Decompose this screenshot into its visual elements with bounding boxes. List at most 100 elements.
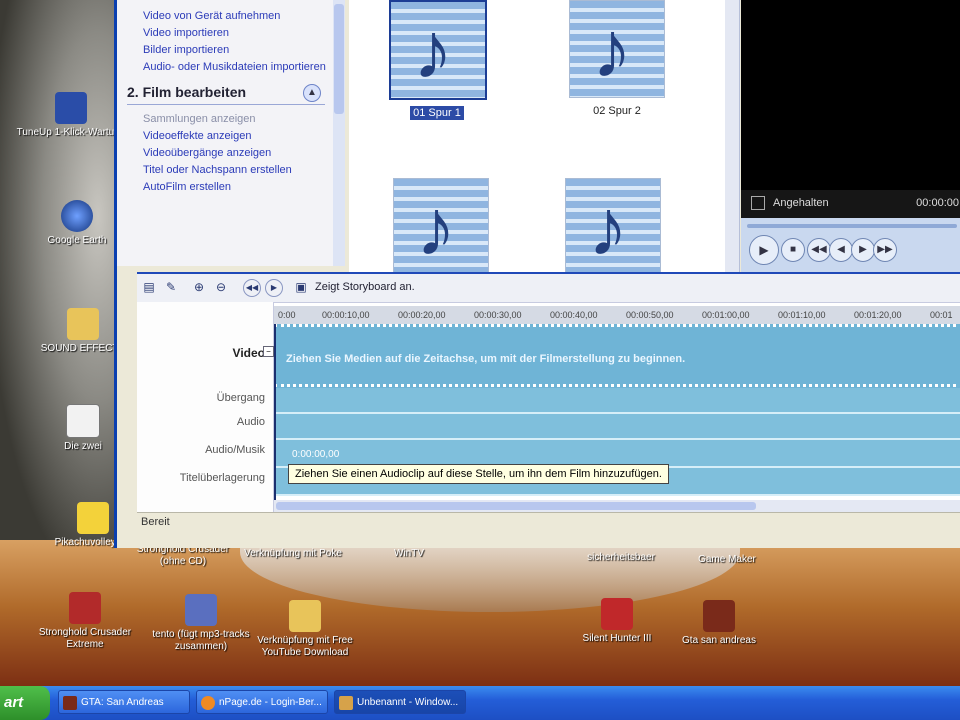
task-import-video[interactable]: Video importieren: [117, 25, 335, 42]
folder-icon: [67, 308, 99, 340]
music-clip-thumbnail: ♪: [565, 178, 661, 276]
storyboard-icon[interactable]: ▤: [141, 279, 157, 295]
task-import-audio[interactable]: Audio- oder Musikdateien importieren: [117, 59, 335, 76]
pikachu-icon: [77, 502, 109, 534]
ruler-tick: 00:01:20,00: [854, 310, 902, 320]
status-text: Bereit: [141, 516, 170, 528]
stop-button[interactable]: ■: [781, 238, 805, 262]
next-frame-button[interactable]: ▶▶: [873, 238, 897, 262]
collection-scrollbar[interactable]: [725, 0, 739, 272]
forward-button[interactable]: ▶: [851, 238, 875, 262]
video-track-hint: Ziehen Sie Medien auf die Zeitachse, um …: [286, 353, 686, 365]
scrollbar-thumb[interactable]: [334, 4, 344, 114]
timeline-scrollbar[interactable]: [274, 500, 960, 512]
track-label-title-overlay: Titelüberlagerung: [179, 472, 265, 484]
gta-icon: [63, 696, 77, 710]
movie-maker-icon: [339, 696, 353, 710]
rewind-timeline-icon[interactable]: ◀◀: [243, 279, 261, 297]
track-label-audio: Audio: [236, 416, 265, 428]
desktop-icon-silent-hunter[interactable]: Silent Hunter III: [562, 598, 672, 645]
task-import-pictures[interactable]: Bilder importieren: [117, 42, 335, 59]
clip-label: 02 Spur 2: [593, 105, 641, 117]
desktop-icon-free-youtube[interactable]: Verknüpfung mit Free YouTube Download: [250, 600, 360, 659]
task-capture-video[interactable]: Video von Gerät aufnehmen: [117, 8, 335, 25]
zoom-in-icon[interactable]: ⊕: [191, 279, 207, 295]
clip-item[interactable]: ♪: [393, 178, 489, 276]
track-label-transition: Übergang: [216, 392, 265, 404]
playhead[interactable]: [274, 324, 276, 502]
collapse-icon[interactable]: −: [263, 346, 274, 357]
tuneup-icon: [55, 92, 87, 124]
transition-track[interactable]: [274, 388, 960, 414]
timeline-ruler[interactable]: 0:00 00:00:10,00 00:00:20,00 00:00:30,00…: [274, 306, 960, 325]
task-make-titles[interactable]: Titel oder Nachspann erstellen: [117, 162, 335, 179]
play-timeline-icon[interactable]: ▶: [265, 279, 283, 297]
task-view-collections[interactable]: Sammlungen anzeigen: [117, 111, 335, 128]
status-bar: Bereit: [137, 512, 960, 533]
audio-track[interactable]: [274, 414, 960, 440]
ruler-tick: 00:00:40,00: [550, 310, 598, 320]
desktop-icon-sicherheitsbaer[interactable]: sicherheitsbaer: [566, 552, 676, 564]
video-track[interactable]: Ziehen Sie Medien auf die Zeitachse, um …: [274, 324, 960, 393]
seek-bar[interactable]: [747, 224, 957, 228]
previous-frame-button[interactable]: ◀◀: [807, 238, 831, 262]
ruler-tick: 00:01: [930, 310, 953, 320]
desktop-icon-gta[interactable]: Gta san andreas: [664, 600, 774, 647]
ruler-tick: 00:01:00,00: [702, 310, 750, 320]
rewind-button[interactable]: ◀: [829, 238, 853, 262]
taskbar-button-npage[interactable]: nPage.de - Login-Ber...: [196, 690, 328, 714]
silent-hunter-icon: [601, 598, 633, 630]
show-storyboard-icon[interactable]: ▣: [293, 279, 309, 295]
ruler-tick: 00:00:20,00: [398, 310, 446, 320]
tasks-scrollbar[interactable]: [333, 0, 345, 266]
playback-controls: ▶ ■ ◀◀ ◀ ▶ ▶▶: [741, 218, 960, 272]
preview-status-text: Angehalten: [773, 197, 829, 209]
collection-pane: ♪ 01 Spur 1 ♪ 02 Spur 2 ♪ ♪: [349, 0, 740, 276]
track-labels: Video − Übergang Audio Audio/Musik Titel…: [137, 302, 274, 514]
clip-item[interactable]: ♪: [565, 178, 661, 276]
scrollbar-thumb[interactable]: [276, 502, 756, 510]
narrate-icon[interactable]: ✎: [163, 279, 179, 295]
music-clip-thumbnail: ♪: [389, 0, 487, 100]
task-automovie[interactable]: AutoFilm erstellen: [117, 179, 335, 196]
play-button[interactable]: ▶: [749, 235, 779, 265]
google-earth-icon: [61, 200, 93, 232]
desktop-icon-stronghold-extreme[interactable]: Stronghold Crusader Extreme: [30, 592, 140, 651]
taskbar-button-gta[interactable]: GTA: San Andreas: [58, 690, 190, 714]
music-clip-thumbnail: ♪: [569, 0, 665, 98]
firefox-icon: [201, 696, 215, 710]
ruler-tick: 00:00:10,00: [322, 310, 370, 320]
tasks-pane: Video von Gerät aufnehmen Video importie…: [117, 0, 337, 266]
taskbar: art GTA: San Andreas nPage.de - Login-Be…: [0, 686, 960, 720]
preview-status-bar: Angehalten 00:00:00: [741, 190, 960, 218]
film-strip-edge: [274, 384, 960, 387]
clip-label: 01 Spur 1: [410, 106, 464, 120]
task-view-effects[interactable]: Videoeffekte anzeigen: [117, 128, 335, 145]
tento-icon: [185, 594, 217, 626]
document-icon: [66, 404, 100, 438]
desktop-icon-poke[interactable]: Verknüpfung mit Poke: [238, 548, 348, 560]
track-label-video: Video: [232, 346, 265, 360]
task-view-transitions[interactable]: Videoübergänge anzeigen: [117, 145, 335, 162]
clip-item[interactable]: ♪ 01 Spur 1: [389, 0, 487, 120]
show-storyboard-button[interactable]: Zeigt Storyboard an.: [315, 281, 415, 293]
folder-icon: [289, 600, 321, 632]
zoom-out-icon[interactable]: ⊖: [213, 279, 229, 295]
taskbar-button-movie-maker[interactable]: Unbenannt - Window...: [334, 690, 466, 714]
music-note-icon: ♪: [416, 183, 456, 272]
music-clip-thumbnail: ♪: [393, 178, 489, 276]
desktop-icon-tuneup[interactable]: TuneUp 1-Klick-Wartung: [16, 92, 126, 139]
desktop-icon-wintv[interactable]: WinTV: [354, 548, 464, 560]
section-edit-movie[interactable]: 2. Film bearbeiten ▲: [127, 84, 325, 105]
desktop-icon-tento[interactable]: tento (fügt mp3-tracks zusammen): [146, 594, 256, 653]
chevron-up-icon[interactable]: ▲: [303, 84, 321, 102]
music-note-icon: ♪: [592, 5, 632, 94]
start-button[interactable]: art: [0, 686, 50, 720]
music-note-icon: ♪: [413, 6, 453, 95]
preview-monitor: Angehalten 00:00:00 ▶ ■ ◀◀ ◀ ▶ ▶▶: [741, 0, 960, 272]
stronghold-icon: [69, 592, 101, 624]
ruler-tick: 00:01:10,00: [778, 310, 826, 320]
clip-item[interactable]: ♪ 02 Spur 2: [569, 0, 665, 118]
desktop-icon-game-maker[interactable]: Game Maker: [672, 554, 782, 566]
ruler-tick: 00:00:30,00: [474, 310, 522, 320]
